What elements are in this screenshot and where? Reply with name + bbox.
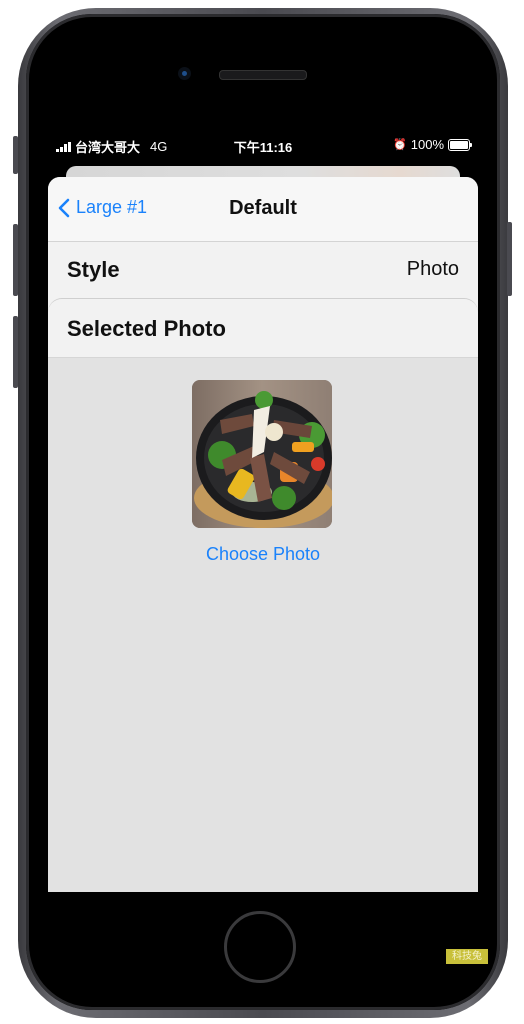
choose-photo-button[interactable]: Choose Photo bbox=[48, 544, 478, 565]
style-row[interactable]: Style Photo bbox=[48, 242, 478, 296]
style-value: Photo bbox=[406, 258, 459, 280]
volume-up-button bbox=[13, 224, 18, 296]
section-header: Selected Photo bbox=[48, 299, 478, 358]
home-button[interactable] bbox=[224, 911, 296, 983]
settings-sheet: Large #1 Default Style Photo Selected Ph… bbox=[48, 177, 478, 892]
earpiece-speaker bbox=[219, 70, 307, 80]
section-title: Selected Photo bbox=[67, 316, 226, 341]
watermark-label: 科技兔 bbox=[446, 949, 488, 964]
food-photo-image bbox=[192, 380, 332, 528]
front-camera bbox=[178, 67, 191, 80]
battery-icon bbox=[448, 138, 472, 151]
selected-photo-sheet: Selected Photo Choose Photo bbox=[48, 298, 478, 892]
status-bar: 台湾大哥大 4G 下午11:16 ⏰ 100% bbox=[48, 132, 478, 156]
style-label: Style bbox=[67, 257, 120, 282]
power-button bbox=[507, 222, 512, 296]
battery-percent: 100% bbox=[410, 137, 444, 152]
navigation-bar: Large #1 Default bbox=[48, 177, 478, 242]
volume-down-button bbox=[13, 316, 18, 388]
alarm-icon: ⏰ bbox=[393, 139, 407, 151]
selected-photo-thumbnail[interactable] bbox=[192, 380, 332, 528]
page-title: Default bbox=[229, 197, 297, 219]
mute-switch bbox=[13, 136, 18, 174]
screen: 台湾大哥大 4G 下午11:16 ⏰ 100% Large #1 Default… bbox=[48, 132, 478, 892]
